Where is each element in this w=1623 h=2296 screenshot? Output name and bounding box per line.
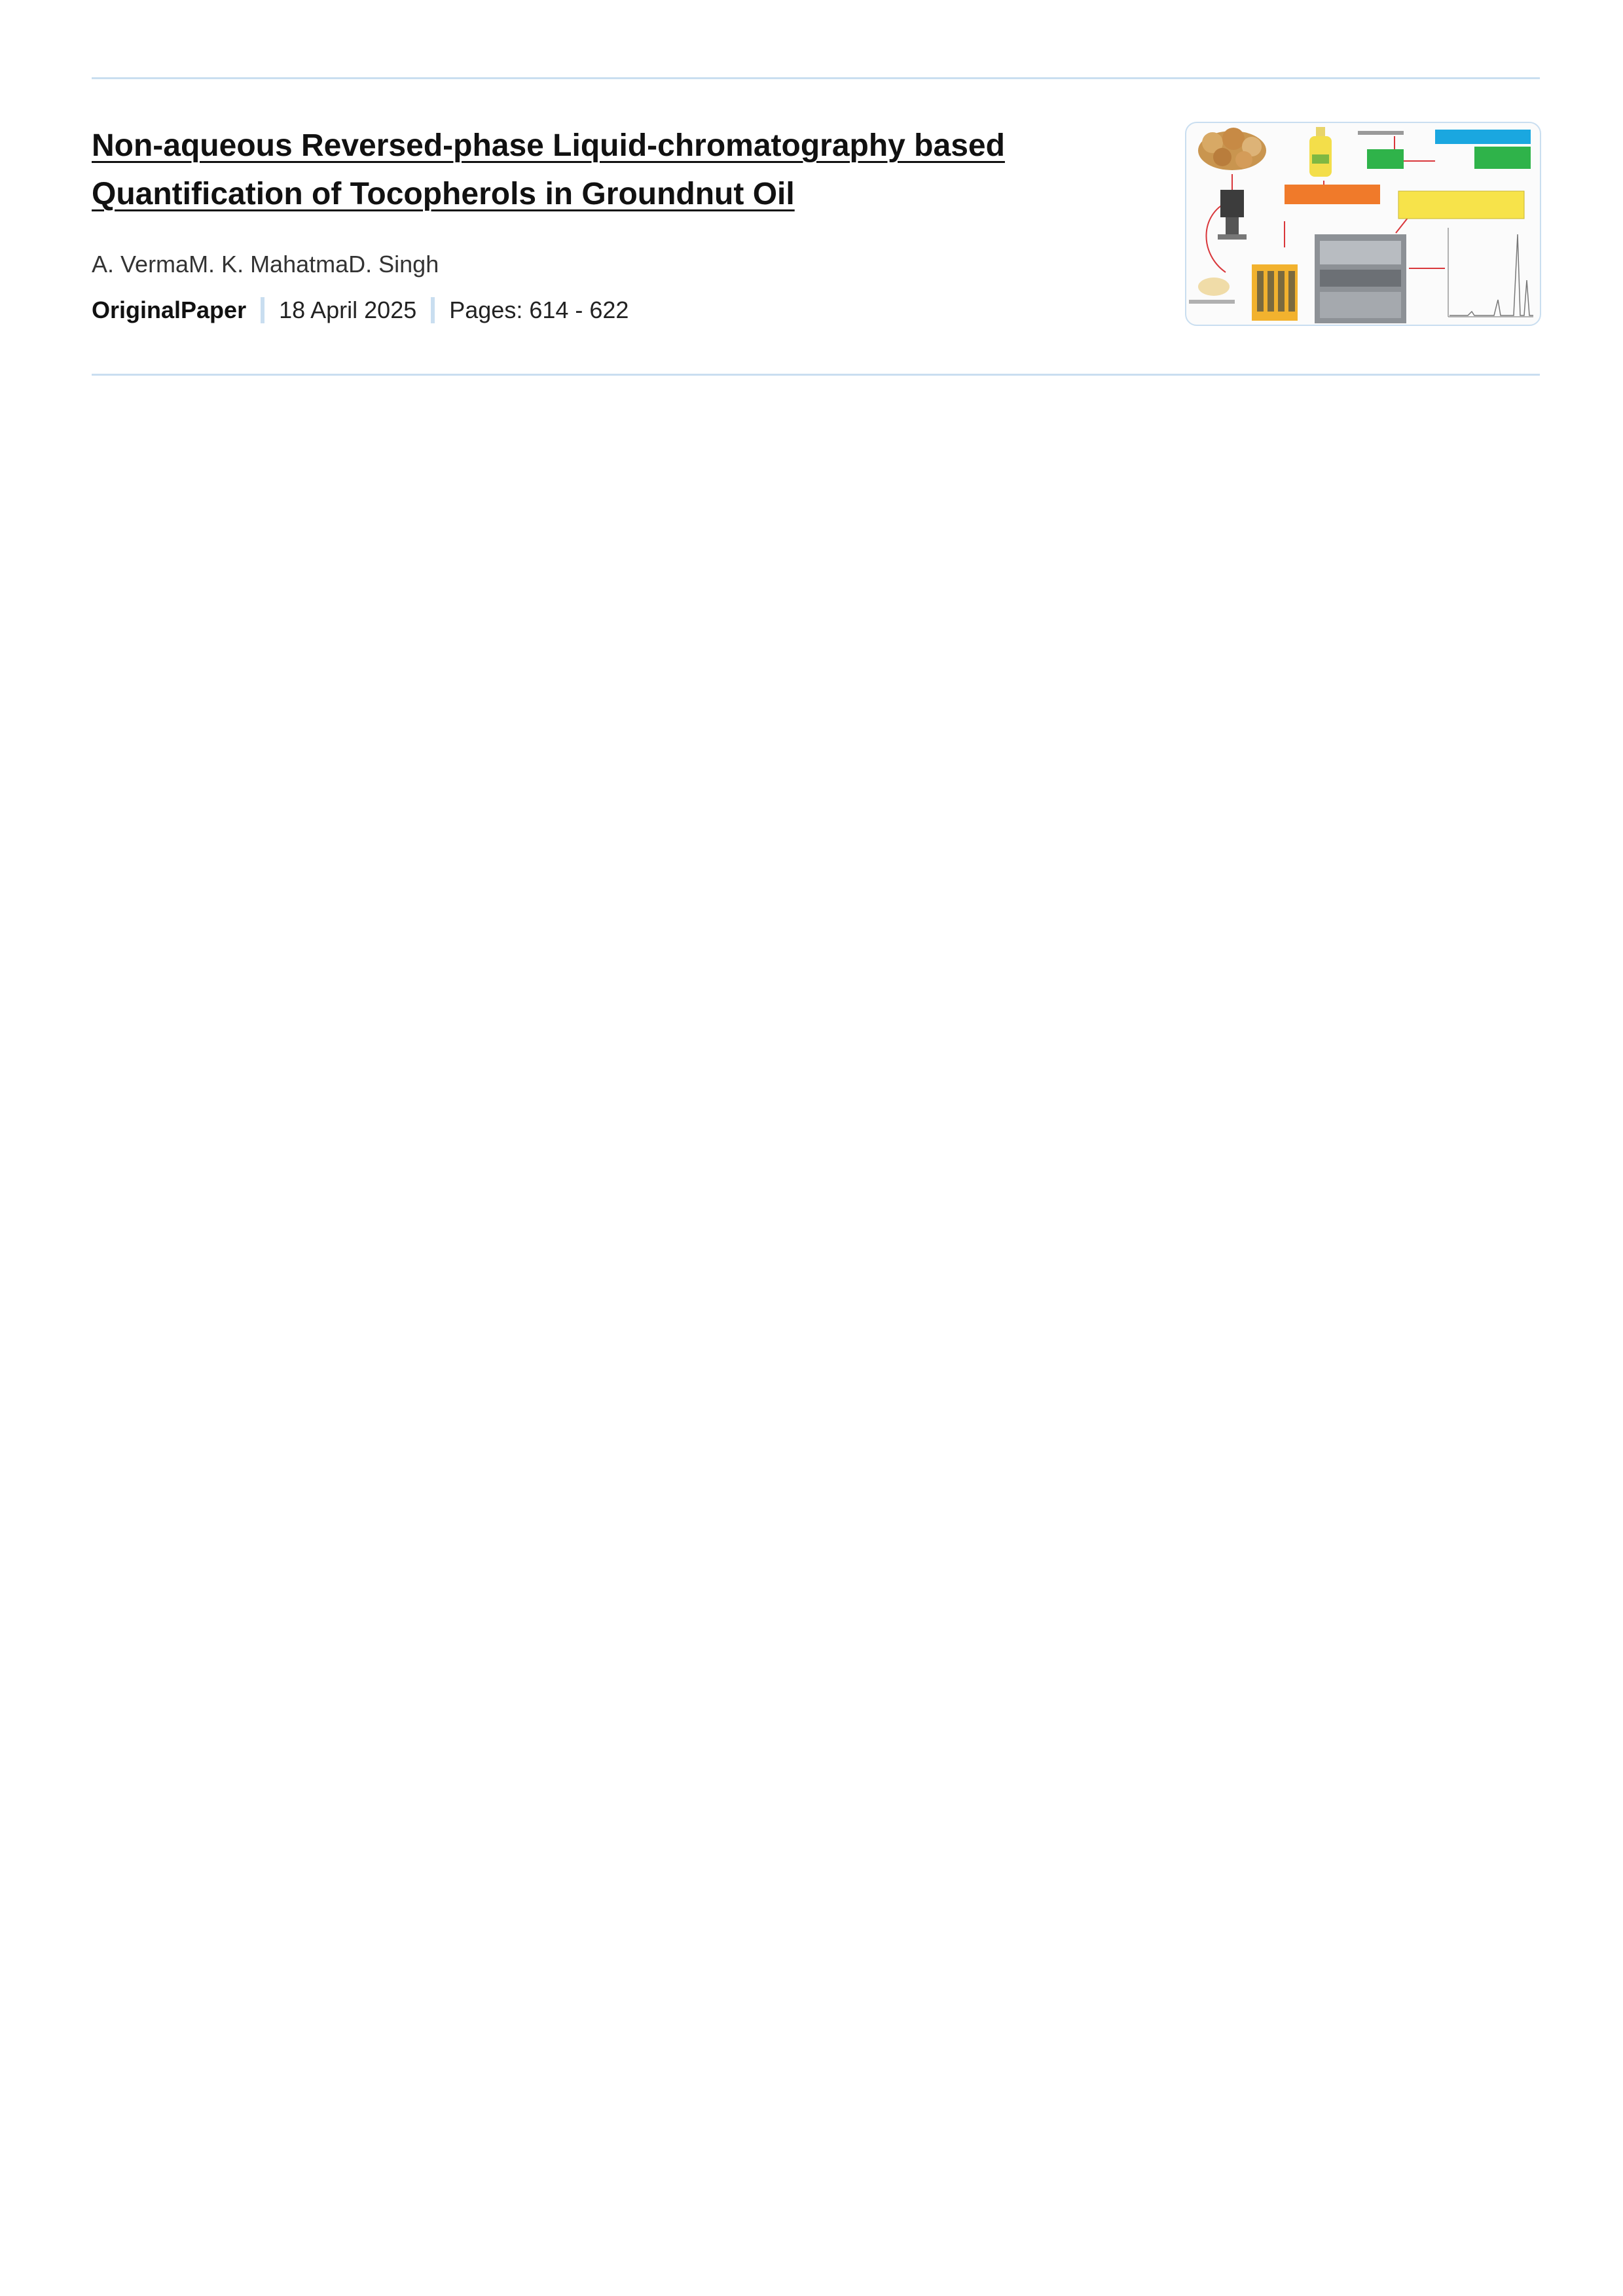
process-step-box [1435, 130, 1531, 144]
author-name: M. K. Mahatma [189, 251, 349, 278]
graphical-abstract-thumbnail[interactable] [1185, 122, 1541, 326]
graphical-abstract-image [1189, 127, 1533, 323]
meta-separator [431, 297, 435, 323]
article-title: Non-aqueous Reversed-phase Liquid-chroma… [92, 122, 1113, 219]
analysis-step-box [1367, 149, 1404, 169]
hplc-instrument-icon [1315, 234, 1406, 323]
bottom-divider [92, 374, 1540, 376]
top-divider [92, 77, 1540, 79]
extraction-step-box [1285, 185, 1380, 204]
author-name: D. Singh [348, 251, 439, 278]
article-meta: OriginalPaper 18 April 2025 Pages: 614 -… [92, 296, 629, 325]
author-list: A. VermaM. K. MahatmaD. Singh [92, 250, 439, 279]
author-name: A. Verma [92, 251, 189, 278]
method-step-box [1398, 190, 1525, 219]
groundnut-icon [1198, 128, 1266, 170]
diagram-label [1358, 131, 1404, 135]
page-range: Pages: 614 - 622 [449, 296, 629, 323]
groundnut-meal-icon [1189, 278, 1235, 304]
oil-bottle-icon [1309, 127, 1332, 177]
spe-cartridge-icon [1252, 264, 1298, 321]
grinder-icon [1218, 190, 1247, 240]
analysis-step-box [1474, 147, 1531, 169]
article-type: OriginalPaper [92, 296, 247, 323]
article-entry: Non-aqueous Reversed-phase Liquid-chroma… [92, 122, 1541, 331]
publication-date: 18 April 2025 [279, 296, 417, 323]
article-title-link[interactable]: Non-aqueous Reversed-phase Liquid-chroma… [92, 128, 1005, 211]
chromatogram-icon [1448, 228, 1533, 317]
meta-separator [261, 297, 265, 323]
